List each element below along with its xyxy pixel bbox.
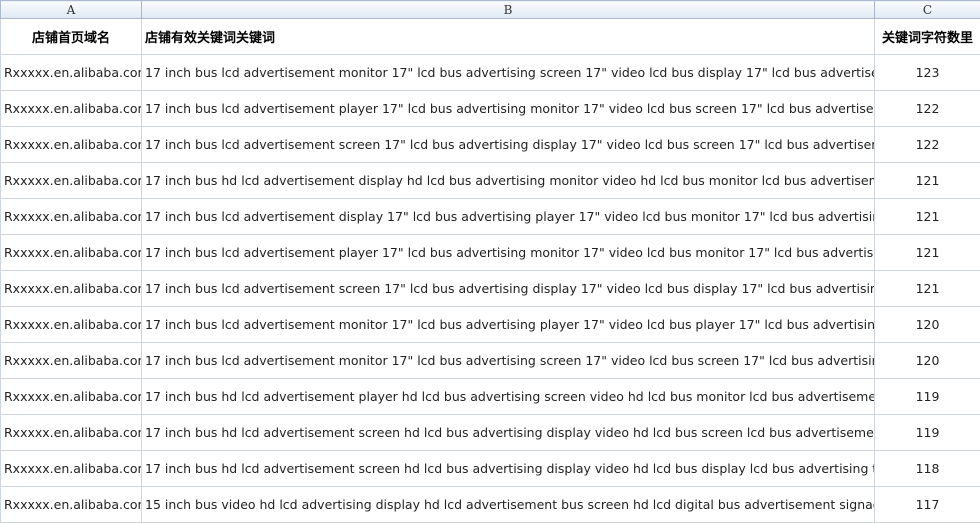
cell-count[interactable]: 121 (874, 162, 980, 199)
cell-domain[interactable]: Rxxxxx.en.alibaba.com (0, 450, 142, 487)
header-cell-domain[interactable]: 店铺首页域名 (0, 18, 142, 55)
cell-count[interactable]: 122 (874, 90, 980, 127)
cell-keywords[interactable]: 15 inch bus video hd lcd advertising dis… (141, 486, 875, 523)
cell-domain[interactable]: Rxxxxx.en.alibaba.com (0, 306, 142, 343)
cell-count[interactable]: 123 (874, 54, 980, 91)
cell-count[interactable]: 119 (874, 378, 980, 415)
cell-keywords[interactable]: 17 inch bus hd lcd advertisement screen … (141, 414, 875, 451)
cell-count[interactable]: 120 (874, 306, 980, 343)
cell-count[interactable]: 120 (874, 342, 980, 379)
cell-domain[interactable]: Rxxxxx.en.alibaba.com (0, 54, 142, 91)
cell-domain[interactable]: Rxxxxx.en.alibaba.com (0, 126, 142, 163)
cell-keywords[interactable]: 17 inch bus lcd advertisement player 17"… (141, 90, 875, 127)
table-row: Rxxxxx.en.alibaba.com 17 inch bus lcd adv… (0, 54, 980, 91)
header-row: 店铺首页域名 店铺有效关键词关键词 关键词字符数里 (0, 18, 980, 55)
cell-domain[interactable]: Rxxxxx.en.alibaba.com (0, 90, 142, 127)
spreadsheet: A B C 店铺首页域名 店铺有效关键词关键词 关键词字符数里 Rxxxxx.e… (0, 0, 980, 523)
cell-keywords[interactable]: 17 inch bus hd lcd advertisement display… (141, 162, 875, 199)
cell-domain[interactable]: Rxxxxx.en.alibaba.com (0, 162, 142, 199)
spreadsheet-grid: A B C 店铺首页域名 店铺有效关键词关键词 关键词字符数里 Rxxxxx.e… (0, 0, 980, 523)
cell-count[interactable]: 119 (874, 414, 980, 451)
cell-keywords[interactable]: 17 inch bus hd lcd advertisement player … (141, 378, 875, 415)
table-row: Rxxxxx.en.alibaba.com 17 inch bus lcd adv… (0, 126, 980, 163)
cell-count[interactable]: 122 (874, 126, 980, 163)
table-row: Rxxxxx.en.alibaba.com 17 inch bus lcd adv… (0, 198, 980, 235)
header-cell-count[interactable]: 关键词字符数里 (874, 18, 980, 55)
table-row: Rxxxxx.en.alibaba.com 17 inch bus lcd adv… (0, 306, 980, 343)
cell-domain[interactable]: Rxxxxx.en.alibaba.com (0, 486, 142, 523)
column-header-b[interactable]: B (141, 0, 875, 19)
cell-keywords[interactable]: 17 inch bus lcd advertisement monitor 17… (141, 54, 875, 91)
table-row: Rxxxxx.en.alibaba.com 17 inch bus hd lcd … (0, 162, 980, 199)
cell-count[interactable]: 121 (874, 234, 980, 271)
cell-domain[interactable]: Rxxxxx.en.alibaba.com (0, 342, 142, 379)
table-row: Rxxxxx.en.alibaba.com 17 inch bus lcd adv… (0, 234, 980, 271)
table-row: Rxxxxx.en.alibaba.com 17 inch bus hd lcd … (0, 450, 980, 487)
cell-keywords[interactable]: 17 inch bus lcd advertisement screen 17"… (141, 126, 875, 163)
header-cell-keywords[interactable]: 店铺有效关键词关键词 (141, 18, 875, 55)
table-row: Rxxxxx.en.alibaba.com 17 inch bus lcd adv… (0, 342, 980, 379)
table-row: Rxxxxx.en.alibaba.com 17 inch bus hd lcd … (0, 414, 980, 451)
cell-count[interactable]: 121 (874, 198, 980, 235)
cell-keywords[interactable]: 17 inch bus lcd advertisement screen 17"… (141, 270, 875, 307)
table-row: Rxxxxx.en.alibaba.com 15 inch bus video h… (0, 486, 980, 523)
cell-keywords[interactable]: 17 inch bus lcd advertisement monitor 17… (141, 342, 875, 379)
cell-count[interactable]: 117 (874, 486, 980, 523)
cell-domain[interactable]: Rxxxxx.en.alibaba.com (0, 270, 142, 307)
cell-keywords[interactable]: 17 inch bus lcd advertisement monitor 17… (141, 306, 875, 343)
cell-domain[interactable]: Rxxxxx.en.alibaba.com (0, 198, 142, 235)
cell-count[interactable]: 118 (874, 450, 980, 487)
cell-domain[interactable]: Rxxxxx.en.alibaba.com (0, 414, 142, 451)
column-header-row: A B C (0, 0, 980, 19)
cell-domain[interactable]: Rxxxxx.en.alibaba.com (0, 378, 142, 415)
table-row: Rxxxxx.en.alibaba.com 17 inch bus lcd adv… (0, 90, 980, 127)
cell-keywords[interactable]: 17 inch bus lcd advertisement player 17"… (141, 234, 875, 271)
table-row: Rxxxxx.en.alibaba.com 17 inch bus hd lcd … (0, 378, 980, 415)
cell-keywords[interactable]: 17 inch bus hd lcd advertisement screen … (141, 450, 875, 487)
cell-keywords[interactable]: 17 inch bus lcd advertisement display 17… (141, 198, 875, 235)
column-header-a[interactable]: A (0, 0, 142, 19)
column-header-c[interactable]: C (874, 0, 980, 19)
cell-count[interactable]: 121 (874, 270, 980, 307)
cell-domain[interactable]: Rxxxxx.en.alibaba.com (0, 234, 142, 271)
table-row: Rxxxxx.en.alibaba.com 17 inch bus lcd adv… (0, 270, 980, 307)
